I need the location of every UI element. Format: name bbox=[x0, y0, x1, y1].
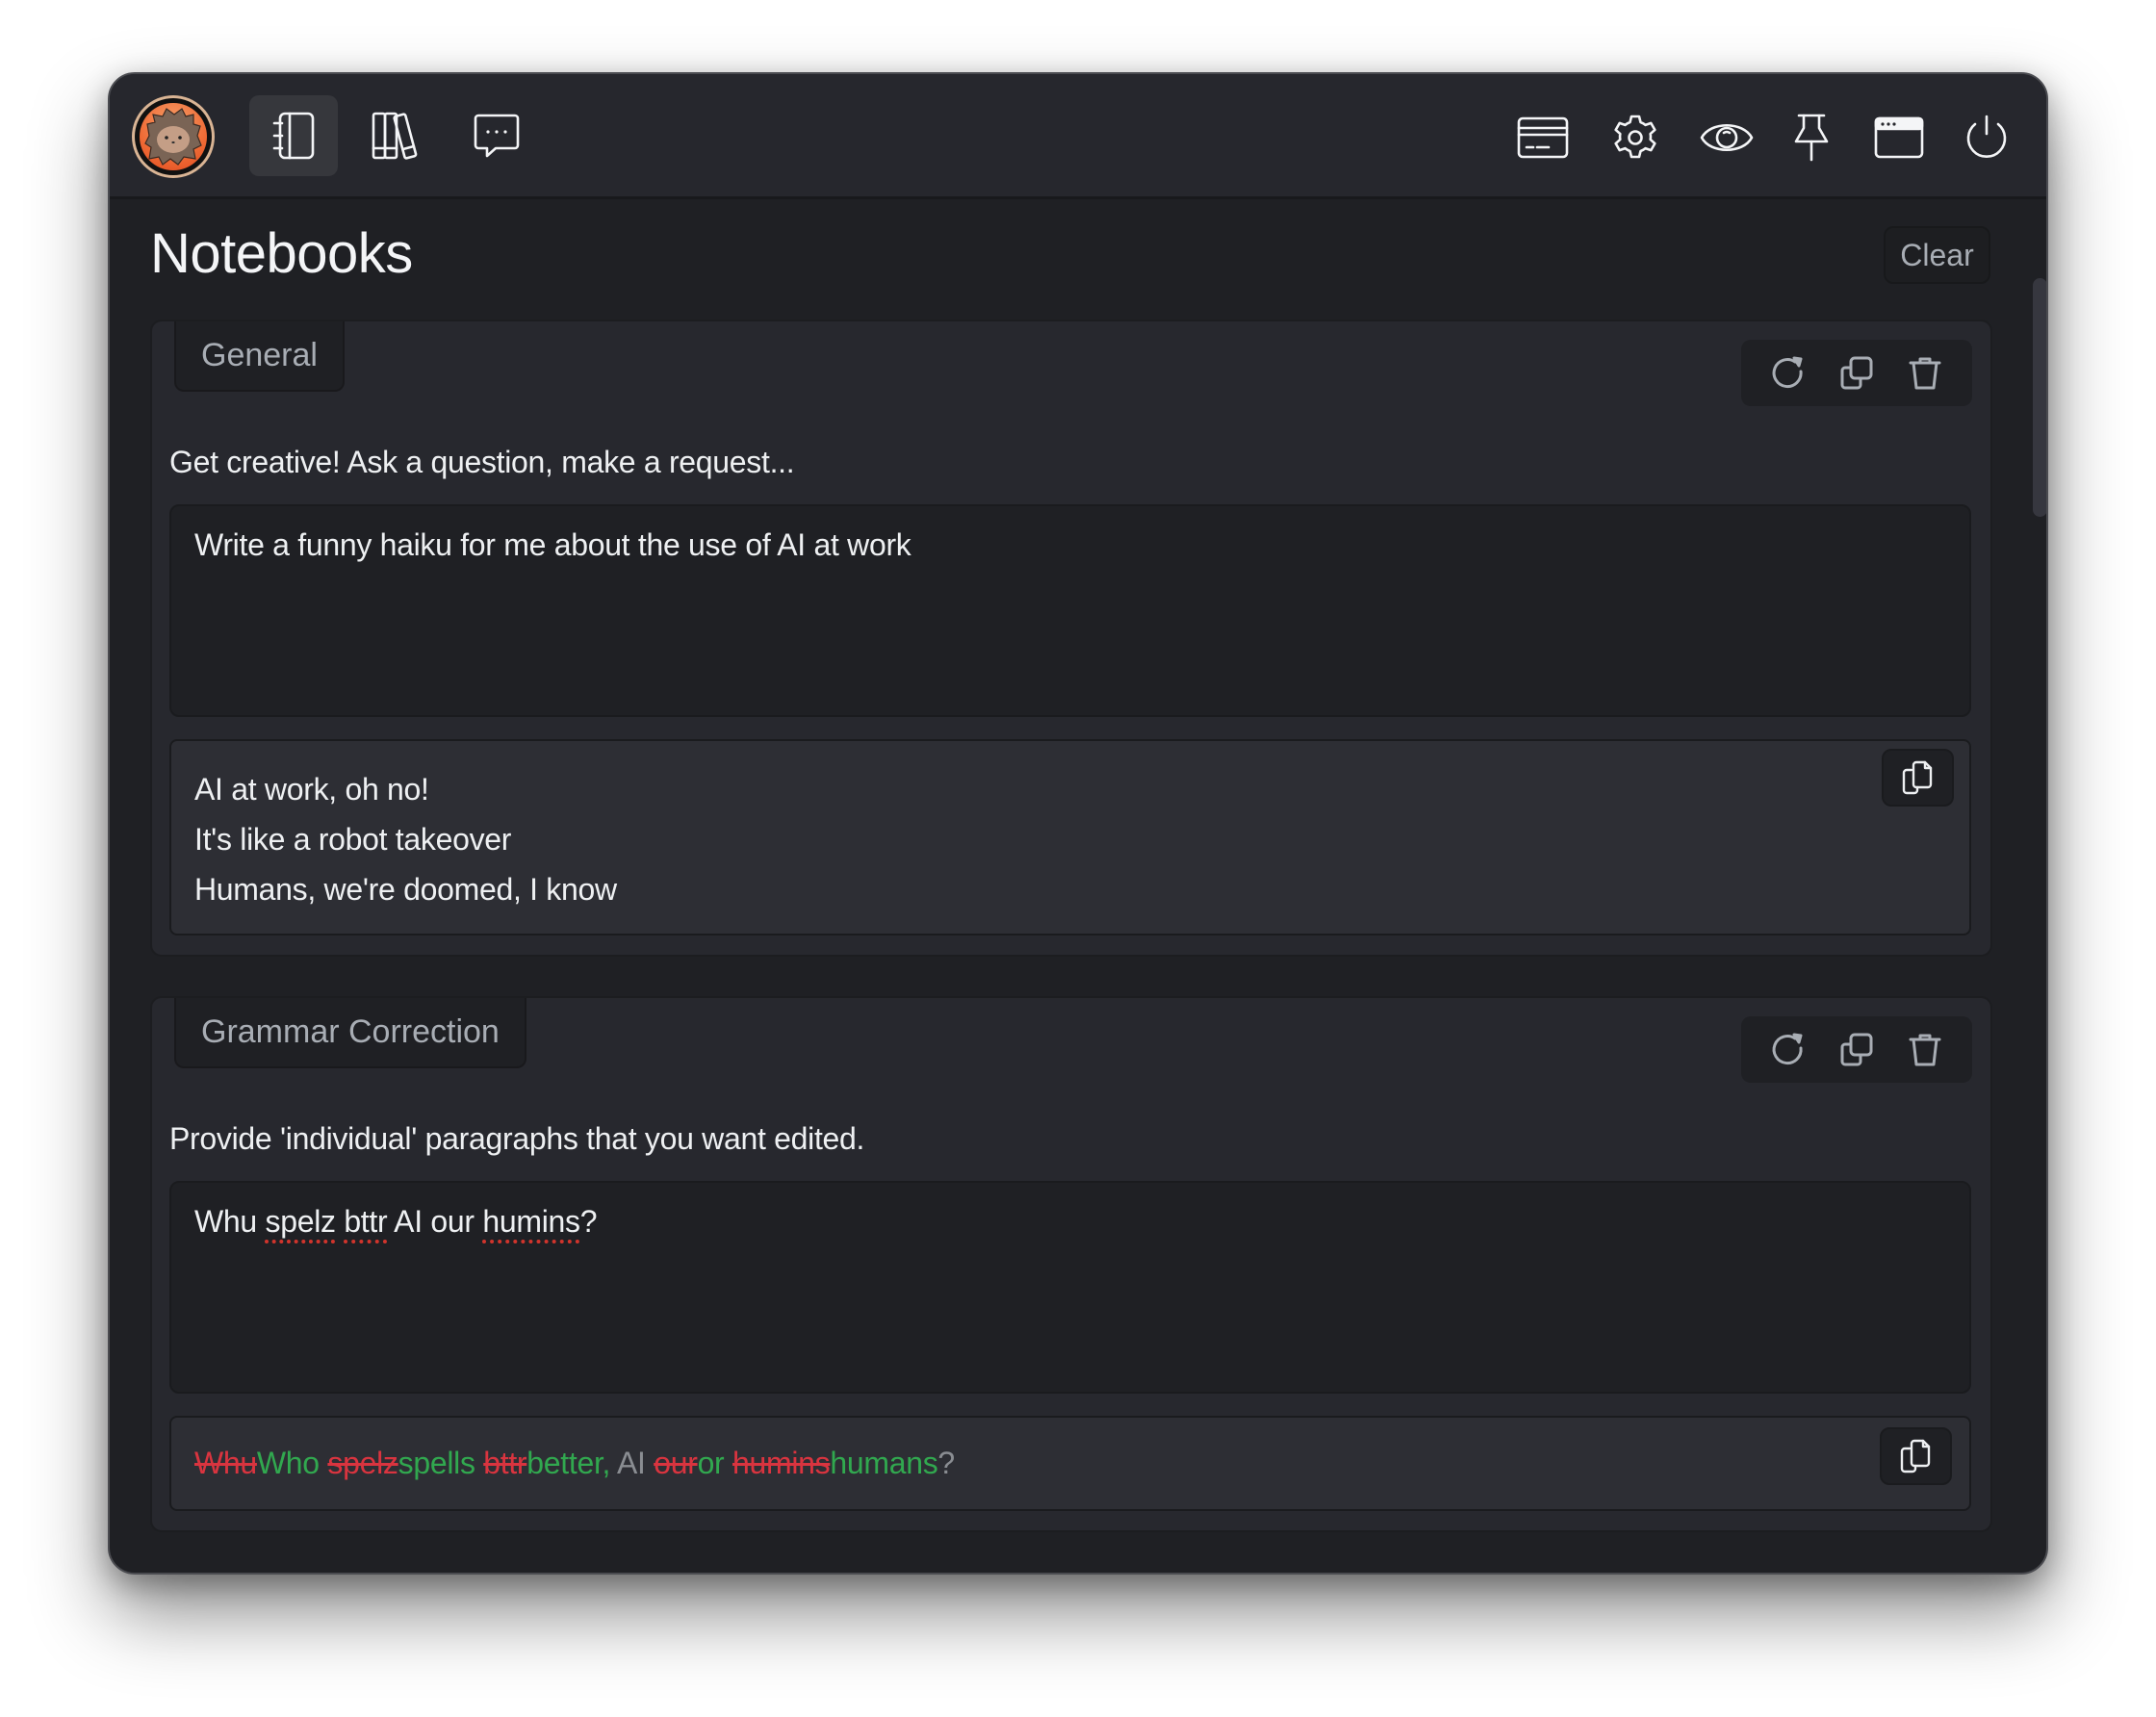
visibility-button[interactable] bbox=[1694, 105, 1759, 170]
diff-deleted-text: our bbox=[654, 1446, 698, 1480]
scrollbar-thumb[interactable] bbox=[2033, 278, 2046, 517]
duplicate-button[interactable] bbox=[1828, 1021, 1886, 1079]
diff-inserted-text: better, bbox=[526, 1446, 611, 1480]
notebook-card: Grammar Correction Provide 'individual' … bbox=[152, 998, 1990, 1530]
diff-unchanged-text: ? bbox=[937, 1446, 955, 1480]
page-title: Notebooks bbox=[150, 222, 413, 285]
regenerate-button[interactable] bbox=[1759, 345, 1817, 402]
app-window: Notebooks Clear General Get creative! As… bbox=[108, 72, 2048, 1575]
chat-icon bbox=[474, 114, 520, 158]
prompt-text: Whu spelz bttr AI our humins? bbox=[194, 1204, 598, 1239]
misspelled-word: spelz bbox=[265, 1204, 337, 1239]
notebook-description: Get creative! Ask a question, make a req… bbox=[169, 445, 795, 479]
main-content: Notebooks Clear General Get creative! As… bbox=[110, 202, 2046, 1573]
output-line: Humans, we're doomed, I know bbox=[194, 872, 617, 907]
diff-deleted-text: humins bbox=[732, 1446, 831, 1480]
diff-inserted-text: spells bbox=[398, 1446, 484, 1480]
hedgehog-avatar-icon bbox=[140, 103, 207, 170]
gear-icon bbox=[1614, 115, 1656, 159]
diff-inserted-text: humans bbox=[830, 1446, 938, 1480]
notebook-icon bbox=[272, 112, 315, 160]
clear-button[interactable]: Clear bbox=[1884, 226, 1990, 284]
duplicate-icon bbox=[1840, 1033, 1873, 1065]
notebook-actions bbox=[1741, 340, 1972, 406]
pin-icon bbox=[1794, 114, 1829, 162]
settings-button[interactable] bbox=[1603, 105, 1668, 170]
diff-deleted-text: bttr bbox=[483, 1446, 527, 1480]
credit-card-icon bbox=[1517, 116, 1569, 159]
notebook-tab[interactable]: General bbox=[174, 321, 345, 392]
card-button[interactable] bbox=[1510, 105, 1576, 170]
nav-chat-button[interactable] bbox=[452, 95, 541, 176]
diff-deleted-text: spelz bbox=[327, 1446, 398, 1480]
trash-icon bbox=[1909, 1034, 1941, 1065]
response-output: AI at work, oh no! It's like a robot tak… bbox=[169, 739, 1971, 935]
trash-icon bbox=[1909, 357, 1941, 389]
diff-text: WhuWho spelzspells bttrbetter, AI ouror … bbox=[194, 1446, 955, 1481]
prompt-word: Whu bbox=[194, 1204, 266, 1239]
refresh-icon bbox=[1772, 1033, 1803, 1064]
notebook-tab[interactable]: Grammar Correction bbox=[174, 998, 526, 1068]
diff-deleted-text: Whu bbox=[194, 1446, 257, 1480]
diff-inserted-text: or bbox=[697, 1446, 733, 1480]
delete-button[interactable] bbox=[1896, 1021, 1954, 1079]
nav-library-button[interactable] bbox=[351, 95, 440, 176]
nav-notebooks-button[interactable] bbox=[249, 95, 338, 176]
diff-unchanged-text: AI bbox=[610, 1446, 654, 1480]
notebook-card: General Get creative! Ask a question, ma… bbox=[152, 321, 1990, 955]
window-button[interactable] bbox=[1866, 105, 1932, 170]
pin-button[interactable] bbox=[1779, 105, 1844, 170]
copy-icon bbox=[1902, 760, 1932, 795]
books-icon bbox=[372, 112, 418, 160]
prompt-word: AI our bbox=[387, 1204, 483, 1239]
diff-output: WhuWho spelzspells bttrbetter, AI ouror … bbox=[169, 1416, 1971, 1511]
misspelled-word: humins bbox=[482, 1204, 580, 1239]
prompt-word: ? bbox=[579, 1204, 598, 1239]
notebook-description: Provide 'individual' paragraphs that you… bbox=[169, 1121, 865, 1156]
delete-button[interactable] bbox=[1896, 345, 1954, 402]
copy-output-button[interactable] bbox=[1882, 749, 1954, 807]
eye-icon bbox=[1700, 124, 1754, 151]
top-toolbar bbox=[110, 74, 2046, 199]
prompt-input[interactable]: Write a funny haiku for me about the use… bbox=[169, 504, 1971, 717]
notebook-actions bbox=[1741, 1016, 1972, 1083]
copy-output-button[interactable] bbox=[1880, 1427, 1952, 1485]
power-button[interactable] bbox=[1954, 105, 2019, 170]
duplicate-button[interactable] bbox=[1828, 345, 1886, 402]
power-icon bbox=[1966, 115, 2007, 159]
diff-inserted-text: Who bbox=[256, 1446, 328, 1480]
duplicate-icon bbox=[1840, 356, 1873, 389]
prompt-input[interactable]: Whu spelz bttr AI our humins? bbox=[169, 1181, 1971, 1394]
output-line: AI at work, oh no! bbox=[194, 772, 429, 807]
misspelled-word: bttr bbox=[344, 1204, 388, 1239]
output-line: It's like a robot takeover bbox=[194, 822, 512, 857]
copy-icon bbox=[1900, 1439, 1930, 1474]
regenerate-button[interactable] bbox=[1759, 1021, 1817, 1079]
avatar[interactable] bbox=[132, 95, 215, 178]
refresh-icon bbox=[1772, 356, 1803, 388]
browser-window-icon bbox=[1874, 116, 1924, 159]
